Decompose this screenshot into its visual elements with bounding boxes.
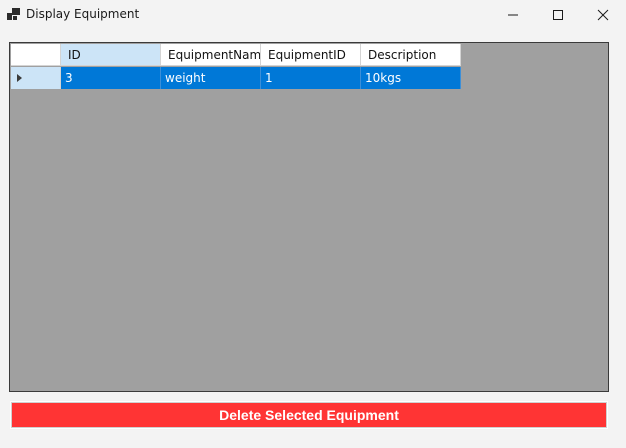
- column-header-description[interactable]: Description: [361, 44, 461, 66]
- minimize-button[interactable]: [490, 0, 536, 30]
- delete-selected-equipment-button[interactable]: Delete Selected Equipment: [10, 401, 608, 429]
- row-selector[interactable]: [11, 67, 61, 89]
- grid-top-left-corner[interactable]: [11, 44, 61, 66]
- column-header-id[interactable]: ID: [61, 44, 161, 66]
- cell-id[interactable]: 3: [61, 67, 161, 89]
- minimize-icon: [508, 14, 518, 16]
- grid-header-row: ID EquipmentName EquipmentID Description: [11, 44, 461, 66]
- close-button[interactable]: [580, 0, 626, 30]
- maximize-icon: [553, 10, 563, 20]
- table-row[interactable]: 3 weight 1 10kgs: [11, 67, 461, 89]
- cell-description[interactable]: 10kgs: [361, 67, 461, 89]
- column-header-equipment-name[interactable]: EquipmentName: [161, 44, 261, 66]
- title-bar[interactable]: Display Equipment: [0, 0, 626, 30]
- app-icon: [7, 8, 20, 20]
- equipment-data-grid[interactable]: ID EquipmentName EquipmentID Description…: [9, 42, 609, 392]
- row-selector-arrow-icon: [17, 74, 22, 82]
- close-icon: [597, 9, 609, 21]
- cell-equipment-id[interactable]: 1: [261, 67, 361, 89]
- cell-equipment-name[interactable]: weight: [161, 67, 261, 89]
- maximize-button[interactable]: [535, 0, 581, 30]
- window-title: Display Equipment: [26, 7, 140, 21]
- display-equipment-window: Display Equipment ID EquipmentName Equip…: [0, 0, 626, 448]
- column-header-equipment-id[interactable]: EquipmentID: [261, 44, 361, 66]
